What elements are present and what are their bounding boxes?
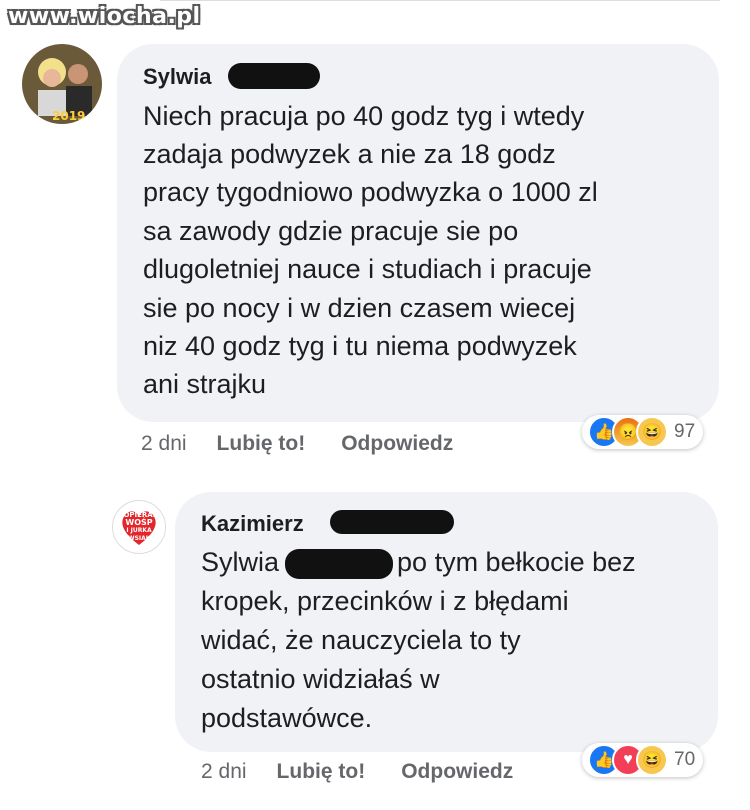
redaction (228, 63, 320, 89)
comment-line: ani strajku (143, 369, 267, 399)
haha-icon: 😆 (636, 744, 668, 776)
comment-line: widać, że nauczyciela to ty (201, 625, 521, 655)
comment-meta: 2 dni Lubię to! Odpowiedz (201, 760, 513, 784)
redaction (285, 548, 394, 579)
reply-button[interactable]: Odpowiedz (341, 432, 453, 455)
comment-line: pracy tygodniowo podwyzka o 1000 zl (143, 177, 598, 207)
comment-line: niz 40 godz tyg i tu niema podwyzek (143, 331, 577, 361)
redaction (330, 510, 454, 534)
comment-line: dlugoletniej nauce i studiach i pracuje (143, 254, 592, 284)
comment-line: zadaja podwyzek a nie za 18 godz (143, 139, 556, 169)
mentioned-name[interactable]: Sylwia (201, 547, 279, 577)
like-button[interactable]: Lubię to! (217, 432, 306, 455)
svg-text:2019: 2019 (52, 109, 85, 123)
haha-icon: 😆 (636, 416, 668, 448)
comment-line: ostatnio widziałaś w (201, 664, 440, 694)
comment-line: sa zawody gdzie pracuje sie po (143, 216, 519, 246)
comment-author[interactable]: Sylwia (143, 64, 211, 90)
reaction-count: 70 (674, 749, 696, 770)
comment-line: Niech pracuja po 40 godz tyg i wtedy (143, 101, 585, 131)
reply-button[interactable]: Odpowiedz (401, 760, 513, 783)
avatar-text: POPIERAM WOŚP I JURKA OWSIAKA (118, 511, 160, 542)
avatar[interactable]: POPIERAM WOŚP I JURKA OWSIAKA (112, 500, 166, 554)
timestamp[interactable]: 2 dni (141, 432, 187, 455)
like-button[interactable]: Lubię to! (277, 760, 366, 783)
comment-author[interactable]: Kazimierz (201, 511, 304, 537)
reaction-count: 97 (674, 421, 696, 442)
timestamp[interactable]: 2 dni (201, 760, 247, 783)
comment-line: kropek, przecinków i z błędami (201, 586, 569, 616)
comment-line: Sylwia po tym bełkocie bez (201, 543, 636, 581)
reactions-summary[interactable]: 👍 ♥ 😆 70 (582, 743, 704, 777)
reactions-summary[interactable]: 👍 😠 😆 97 (582, 415, 704, 449)
divider (160, 0, 720, 11)
avatar[interactable]: 2019 (22, 44, 102, 124)
comment-line: podstawówce. (201, 703, 373, 733)
comment-line-tail: po tym bełkocie bez (397, 547, 636, 577)
comment-meta: 2 dni Lubię to! Odpowiedz (141, 432, 453, 456)
comment-line: sie po nocy i w dzien czasem wiecej (143, 293, 576, 323)
